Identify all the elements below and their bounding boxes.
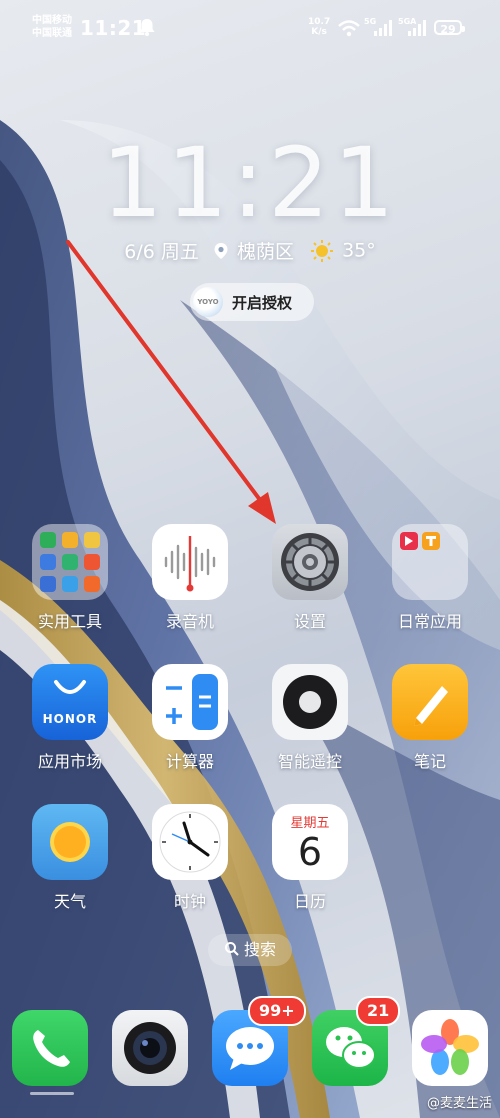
wechat-unread-badge: 21 bbox=[356, 996, 401, 1026]
app-calculator[interactable]: 计算器 bbox=[140, 664, 240, 774]
app-store[interactable]: HONOR 应用市场 bbox=[20, 664, 120, 774]
battery-indicator: 29 bbox=[434, 20, 465, 36]
carrier-2: 中国联通 bbox=[32, 28, 72, 39]
signal-sim1-icon bbox=[374, 20, 392, 36]
app-label: 计算器 bbox=[165, 752, 214, 771]
honor-app-market-icon: HONOR bbox=[32, 664, 108, 740]
watermark: @麦麦生活 bbox=[426, 1096, 492, 1111]
calendar-icon: 星期五 6 bbox=[272, 804, 348, 880]
dock-phone[interactable] bbox=[0, 1010, 100, 1118]
app-folder-daily[interactable]: 日常应用 bbox=[380, 524, 480, 634]
app-label: 设置 bbox=[293, 612, 326, 631]
home-indicator[interactable] bbox=[30, 1092, 74, 1095]
app-label: 日历 bbox=[293, 892, 326, 911]
search-pill[interactable]: 搜索 bbox=[208, 934, 292, 966]
carrier-info: 中国移动 中国联通 bbox=[32, 14, 72, 40]
app-weather[interactable]: 天气 bbox=[20, 804, 120, 914]
location-text: 槐荫区 bbox=[236, 241, 294, 263]
calendar-day: 6 bbox=[297, 830, 323, 874]
notification-bell-icon bbox=[139, 19, 155, 36]
app-folder-utilities[interactable]: 实用工具 bbox=[20, 524, 120, 634]
app-label: 智能遥控 bbox=[277, 752, 342, 771]
camera-icon bbox=[112, 1010, 188, 1086]
dock-messages[interactable]: 99+ bbox=[200, 996, 306, 1118]
notes-pen-icon bbox=[392, 664, 468, 740]
recorder-icon bbox=[152, 524, 228, 600]
app-label: 应用市场 bbox=[37, 752, 102, 771]
utilities-folder-icon bbox=[32, 524, 108, 600]
date-weather-line[interactable]: 6/6 周五 槐荫区 35° bbox=[0, 237, 500, 264]
home-screen: 中国移动 中国联通 11:21 10.7 K/s 5G 5GA 29 11:21… bbox=[0, 0, 500, 1118]
app-label: 日常应用 bbox=[397, 612, 462, 631]
sunny-weather-icon bbox=[311, 239, 334, 262]
calendar-weekday: 星期五 bbox=[290, 816, 330, 831]
status-time: 11:21 bbox=[80, 16, 147, 40]
daily-apps-folder-icon bbox=[392, 524, 468, 600]
remote-control-icon bbox=[272, 664, 348, 740]
yoyo-logo-icon: YOYO bbox=[193, 287, 223, 317]
carrier-1: 中国移动 bbox=[32, 15, 72, 26]
gallery-flower-icon bbox=[412, 1010, 488, 1086]
status-bar: 中国移动 中国联通 11:21 10.7 K/s 5G 5GA 29 bbox=[0, 0, 500, 60]
signal-sim2-icon bbox=[408, 20, 426, 36]
yoyo-authorize-chip[interactable]: YOYO 开启授权 bbox=[190, 283, 314, 321]
date-text: 6/6 周五 bbox=[124, 241, 199, 263]
app-label: 实用工具 bbox=[37, 612, 102, 631]
location-pin-icon bbox=[214, 242, 228, 259]
lockscreen-clock[interactable]: 11:21 bbox=[0, 128, 500, 238]
app-label: 录音机 bbox=[165, 612, 214, 631]
honor-brand-text: HONOR bbox=[42, 712, 98, 726]
settings-gear-icon bbox=[272, 524, 348, 600]
clock-face-icon bbox=[152, 804, 228, 880]
app-label: 天气 bbox=[53, 892, 86, 911]
app-notes[interactable]: 笔记 bbox=[380, 664, 480, 774]
weather-sun-icon bbox=[32, 804, 108, 880]
app-settings[interactable]: 设置 bbox=[260, 524, 360, 634]
app-clock[interactable]: 时钟 bbox=[140, 804, 240, 914]
search-icon bbox=[224, 942, 239, 956]
app-label: 笔记 bbox=[413, 752, 446, 771]
phone-icon bbox=[12, 1010, 88, 1086]
wifi-icon bbox=[338, 20, 360, 37]
temperature-text: 35° bbox=[342, 239, 376, 262]
authorize-label: 开启授权 bbox=[232, 294, 293, 312]
app-calendar[interactable]: 星期五 6 日历 bbox=[260, 804, 360, 914]
messages-unread-badge: 99+ bbox=[248, 996, 306, 1026]
network-speed: 10.7 K/s bbox=[308, 17, 331, 37]
app-label: 时钟 bbox=[173, 892, 206, 911]
search-label: 搜索 bbox=[243, 940, 276, 959]
calculator-icon bbox=[152, 664, 228, 740]
dock-camera[interactable] bbox=[100, 1010, 200, 1118]
dock-wechat[interactable]: 21 bbox=[300, 996, 401, 1118]
app-recorder[interactable]: 录音机 bbox=[140, 524, 240, 634]
app-smart-remote[interactable]: 智能遥控 bbox=[260, 664, 360, 774]
